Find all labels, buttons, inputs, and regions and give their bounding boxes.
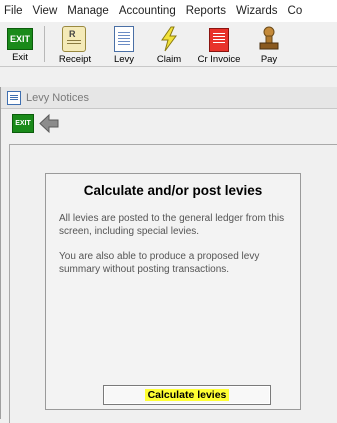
back-arrow-icon[interactable] xyxy=(38,113,60,134)
menu-bar: File View Manage Accounting Reports Wiza… xyxy=(0,0,337,22)
receipt-label: Receipt xyxy=(58,54,92,65)
window-titlebar[interactable]: Levy Notices xyxy=(1,87,337,109)
window-toolbar: EXIT xyxy=(1,112,337,138)
menu-accounting[interactable]: Accounting xyxy=(114,0,181,22)
exit-icon: EXIT xyxy=(7,28,33,50)
window-title: Levy Notices xyxy=(26,91,89,104)
claim-label: Claim xyxy=(156,54,182,65)
levy-label: Levy xyxy=(113,54,135,65)
pay-button[interactable]: Pay xyxy=(247,22,291,66)
menu-file[interactable]: File xyxy=(0,0,28,22)
menu-co[interactable]: Co xyxy=(283,0,308,22)
calculate-levies-button[interactable]: Calculate levies xyxy=(103,385,271,405)
claim-icon xyxy=(156,26,182,52)
levy-panel: Calculate and/or post levies All levies … xyxy=(45,173,301,410)
toolbar-separator xyxy=(44,26,45,62)
receipt-button[interactable]: Receipt xyxy=(49,22,101,66)
menu-view[interactable]: View xyxy=(28,0,63,22)
cr-invoice-icon xyxy=(206,26,232,52)
panel-heading: Calculate and/or post levies xyxy=(83,183,263,198)
claim-button[interactable]: Claim xyxy=(147,22,191,66)
menu-reports[interactable]: Reports xyxy=(181,0,231,22)
main-toolbar: EXIT Exit Receipt Levy Claim Cr Invoice … xyxy=(0,22,337,67)
levy-button[interactable]: Levy xyxy=(101,22,147,66)
document-icon xyxy=(7,90,21,105)
panel-description-2: You are also able to produce a proposed … xyxy=(59,251,260,275)
cr-invoice-label: Cr Invoice xyxy=(197,54,241,65)
levy-icon xyxy=(111,26,137,52)
window-exit-button[interactable]: EXIT xyxy=(12,114,34,133)
receipt-icon xyxy=(62,26,88,52)
pay-icon xyxy=(256,26,282,52)
calculate-levies-label: Calculate levies xyxy=(144,389,230,401)
cr-invoice-button[interactable]: Cr Invoice xyxy=(191,22,247,66)
exit-label: Exit xyxy=(12,52,28,63)
panel-description-1: All levies are posted to the general led… xyxy=(59,213,285,237)
menu-wizards[interactable]: Wizards xyxy=(231,0,283,22)
pay-label: Pay xyxy=(260,54,278,65)
exit-button[interactable]: EXIT Exit xyxy=(0,22,40,66)
menu-manage[interactable]: Manage xyxy=(62,0,114,22)
